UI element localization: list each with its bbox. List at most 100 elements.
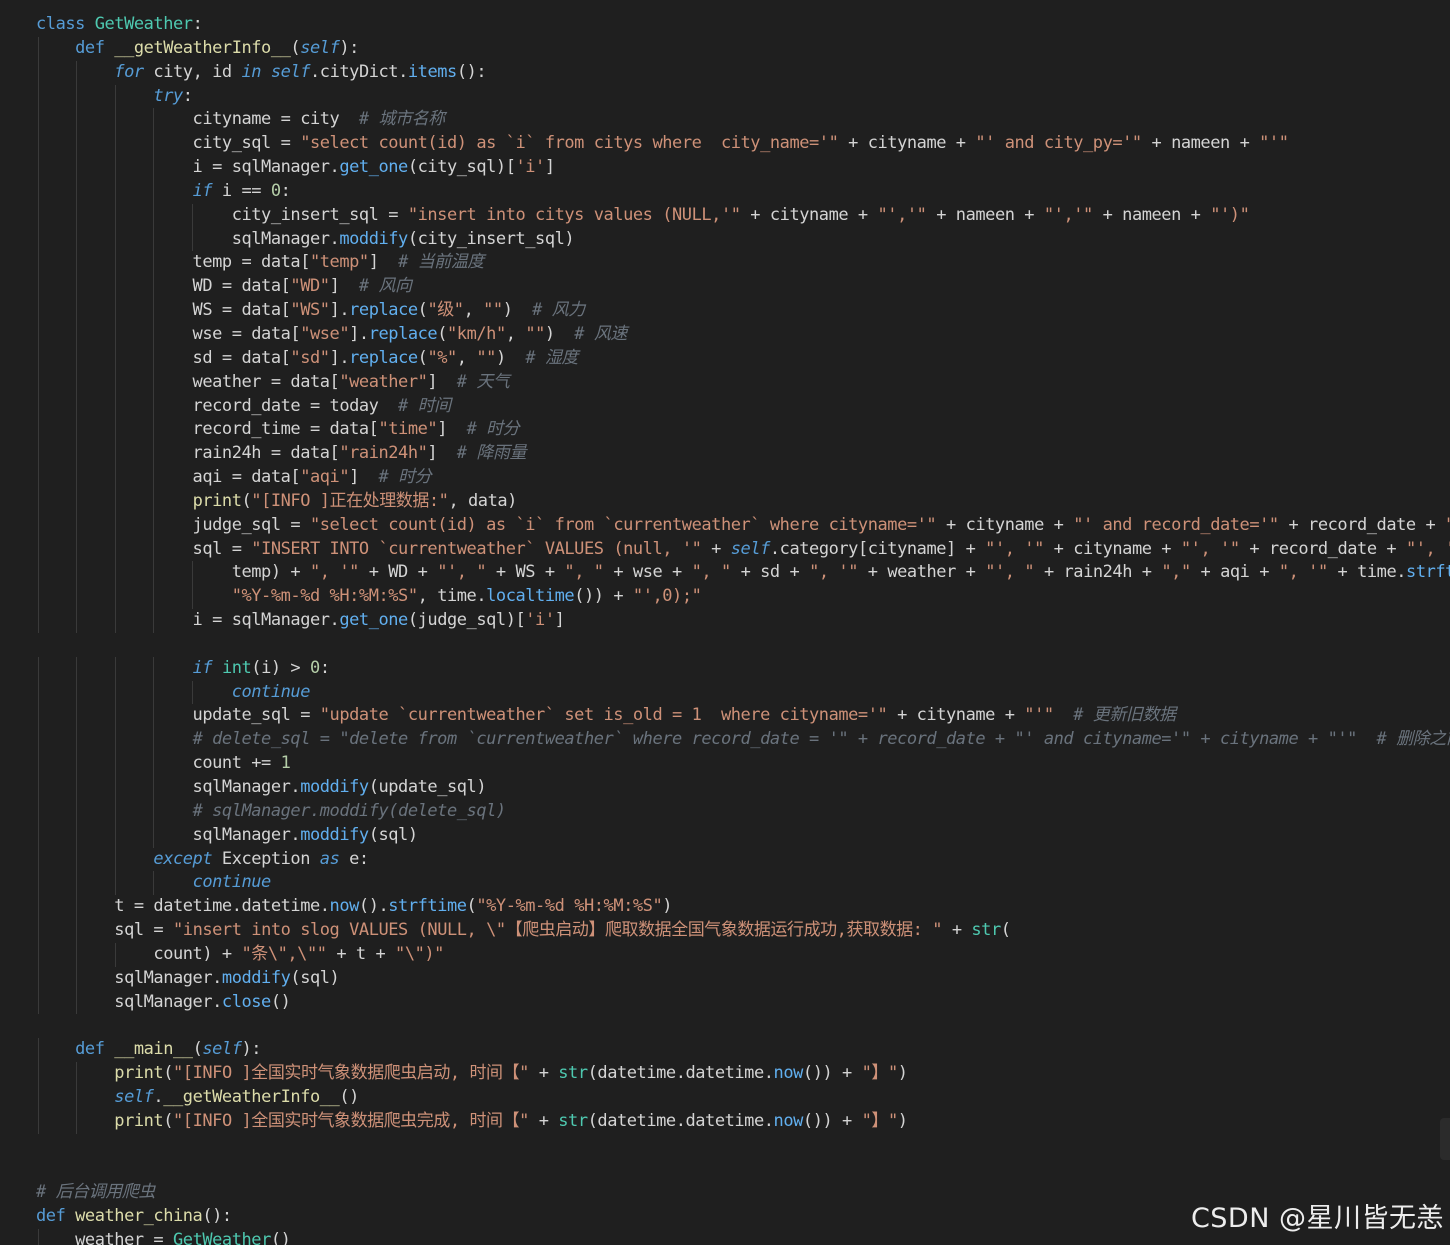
code-token-plain: ( (163, 1110, 174, 1131)
code-line[interactable]: sqlManager.moddify(sql) (36, 823, 1450, 848)
code-token-str: "," (1161, 562, 1191, 583)
code-line[interactable]: i = sqlManager.get_one(judge_sql)['i'] (36, 609, 1450, 633)
code-line[interactable]: sqlManager.moddify(update_sql) (36, 776, 1450, 800)
code-token-plain: ( (466, 896, 477, 917)
code-token-bi: int (221, 657, 252, 678)
code-token-str: ", '" (309, 562, 359, 583)
code-token-str: "', '" (1180, 538, 1240, 559)
code-line[interactable]: WS = data["WS"].replace("级", "") # 风力 (36, 299, 1450, 323)
code-token-kwi: in (241, 61, 262, 82)
code-token-str: "', " (437, 562, 487, 583)
indent-guide (114, 203, 116, 228)
code-editor[interactable]: class GetWeather: def __getWeatherInfo__… (0, 0, 1450, 1245)
code-token-str: 'i' (515, 157, 545, 178)
code-token-plain: + WD + (358, 562, 438, 583)
code-line[interactable] (36, 1158, 1450, 1182)
indent-guide (76, 108, 78, 133)
code-token-mtd: now (329, 896, 360, 917)
code-token-str: "',0);" (632, 586, 702, 607)
code-token-plain: , data) (448, 490, 517, 511)
code-line[interactable]: temp = data["temp"] # 当前温度 (36, 251, 1450, 276)
code-line[interactable]: def __getWeatherInfo__(self): (36, 36, 1450, 61)
code-token-cmt: # 当前温度 (398, 252, 484, 273)
code-line[interactable]: t = datetime.datetime.now().strftime("%Y… (36, 895, 1450, 920)
scrollbar-marker[interactable] (1440, 1118, 1450, 1160)
code-token-plain: cityname = city (36, 109, 359, 130)
code-line[interactable]: judge_sql = "select count(id) as `i` fro… (36, 513, 1450, 538)
indent-guide (153, 680, 155, 705)
watermark: CSDN @星川皆无恙 (1190, 1203, 1444, 1234)
code-line[interactable]: count += 1 (36, 752, 1450, 776)
code-line[interactable]: print("[INFO ]全国实时气象数据爬虫启动, 时间【" + str(d… (36, 1062, 1450, 1086)
code-line[interactable]: weather = data["weather"] # 天气 (36, 370, 1450, 395)
code-line[interactable]: "%Y-%m-%d %H:%M:%S", time.localtime()) +… (36, 585, 1450, 610)
indent-guide (76, 585, 78, 610)
code-line[interactable]: except Exception as e: (36, 847, 1450, 872)
code-line[interactable]: record_date = today # 时间 (36, 394, 1450, 419)
code-token-plain: sd = data[ (36, 347, 291, 368)
code-token-str: "" (476, 347, 496, 368)
code-token-plain: weather = (36, 1230, 173, 1245)
code-token-plain: count += (36, 753, 281, 774)
code-line[interactable]: sql = "insert into slog VALUES (NULL, \"… (36, 919, 1450, 943)
code-line[interactable]: try: (36, 84, 1450, 109)
code-line[interactable]: print("[INFO ]正在处理数据:", data) (36, 489, 1450, 514)
code-line[interactable]: if int(i) > 0: (36, 656, 1450, 681)
code-token-str: "insert into slog VALUES (NULL, \"【爬虫启动】… (173, 920, 943, 941)
indent-guide (76, 871, 78, 896)
code-line[interactable]: WD = data["WD"] # 风向 (36, 275, 1450, 300)
code-line[interactable]: # sqlManager.moddify(delete_sql) (36, 799, 1450, 824)
code-token-str: "','" (1043, 204, 1093, 225)
code-line[interactable]: sqlManager.close() (36, 990, 1450, 1015)
code-token-cls: GetWeather (94, 14, 193, 34)
code-area[interactable]: class GetWeather: def __getWeatherInfo__… (36, 13, 1450, 1245)
indent-guide (76, 251, 78, 276)
code-line[interactable]: for city, id in self.cityDict.items(): (36, 60, 1450, 85)
code-token-kwi: if (192, 180, 213, 201)
scrollbar-track[interactable] (1436, 0, 1450, 1245)
code-line[interactable]: def __main__(self): (36, 1038, 1450, 1063)
code-line[interactable]: rain24h = data["rain24h"] # 降雨量 (36, 442, 1450, 467)
code-line[interactable]: # delete_sql = "delete from `currentweat… (36, 728, 1450, 753)
indent-guide (76, 1062, 78, 1086)
code-line[interactable] (36, 633, 1450, 657)
indent-guide (153, 179, 155, 204)
code-line[interactable]: class GetWeather: (36, 13, 1450, 37)
code-line[interactable]: if i == 0: (36, 179, 1450, 204)
code-line[interactable]: print("[INFO ]全国实时气象数据爬虫完成, 时间【" + str(d… (36, 1109, 1450, 1134)
code-token-str: "temp" (309, 252, 369, 273)
indent-guide (153, 513, 155, 538)
code-line[interactable]: city_insert_sql = "insert into citys val… (36, 203, 1450, 228)
code-token-plain: ()) + (574, 586, 633, 607)
code-token-plain: (judge_sql)[ (407, 610, 526, 631)
code-line[interactable]: record_time = data["time"] # 时分 (36, 418, 1450, 443)
indent-guide (153, 537, 155, 562)
code-line[interactable]: sqlManager.moddify(city_insert_sql) (36, 227, 1450, 252)
code-line[interactable]: cityname = city # 城市名称 (36, 108, 1450, 133)
code-line[interactable]: sd = data["sd"].replace("%", "") # 湿度 (36, 346, 1450, 371)
code-line[interactable]: sql = "INSERT INTO `currentweather` VALU… (36, 537, 1450, 562)
code-line[interactable]: count) + "条\",\"" + t + "\")" (36, 942, 1450, 967)
code-line[interactable]: wse = data["wse"].replace("km/h", "") # … (36, 322, 1450, 347)
code-line[interactable]: update_sql = "update `currentweather` se… (36, 704, 1450, 729)
code-line[interactable] (36, 1014, 1450, 1038)
code-token-fn: weather_china (75, 1206, 203, 1227)
code-line[interactable] (36, 1134, 1450, 1158)
code-token-plain: sqlManager. (36, 991, 222, 1012)
indent-guide (38, 966, 39, 991)
code-line[interactable]: sqlManager.moddify(sql) (36, 966, 1450, 991)
code-line[interactable]: continue (36, 871, 1450, 896)
code-line[interactable]: temp) + ", '" + WD + "', " + WS + ", " +… (36, 561, 1450, 586)
code-token-str: "')" (1210, 204, 1250, 225)
indent-guide (114, 466, 116, 490)
code-line[interactable]: city_sql = "select count(id) as `i` from… (36, 132, 1450, 157)
indent-guide (38, 203, 39, 228)
code-line[interactable]: aqi = data["aqi"] # 时分 (36, 466, 1450, 490)
code-line[interactable]: continue (36, 680, 1450, 705)
code-token-plain: + wse + (603, 562, 692, 583)
code-line[interactable]: i = sqlManager.get_one(city_sql)['i'] (36, 156, 1450, 180)
code-token-str: ", " (564, 562, 604, 583)
code-token-str: 'i' (525, 610, 555, 631)
code-line[interactable]: self.__getWeatherInfo__() (36, 1085, 1450, 1110)
code-token-plain: + rain24h + (1034, 562, 1162, 583)
